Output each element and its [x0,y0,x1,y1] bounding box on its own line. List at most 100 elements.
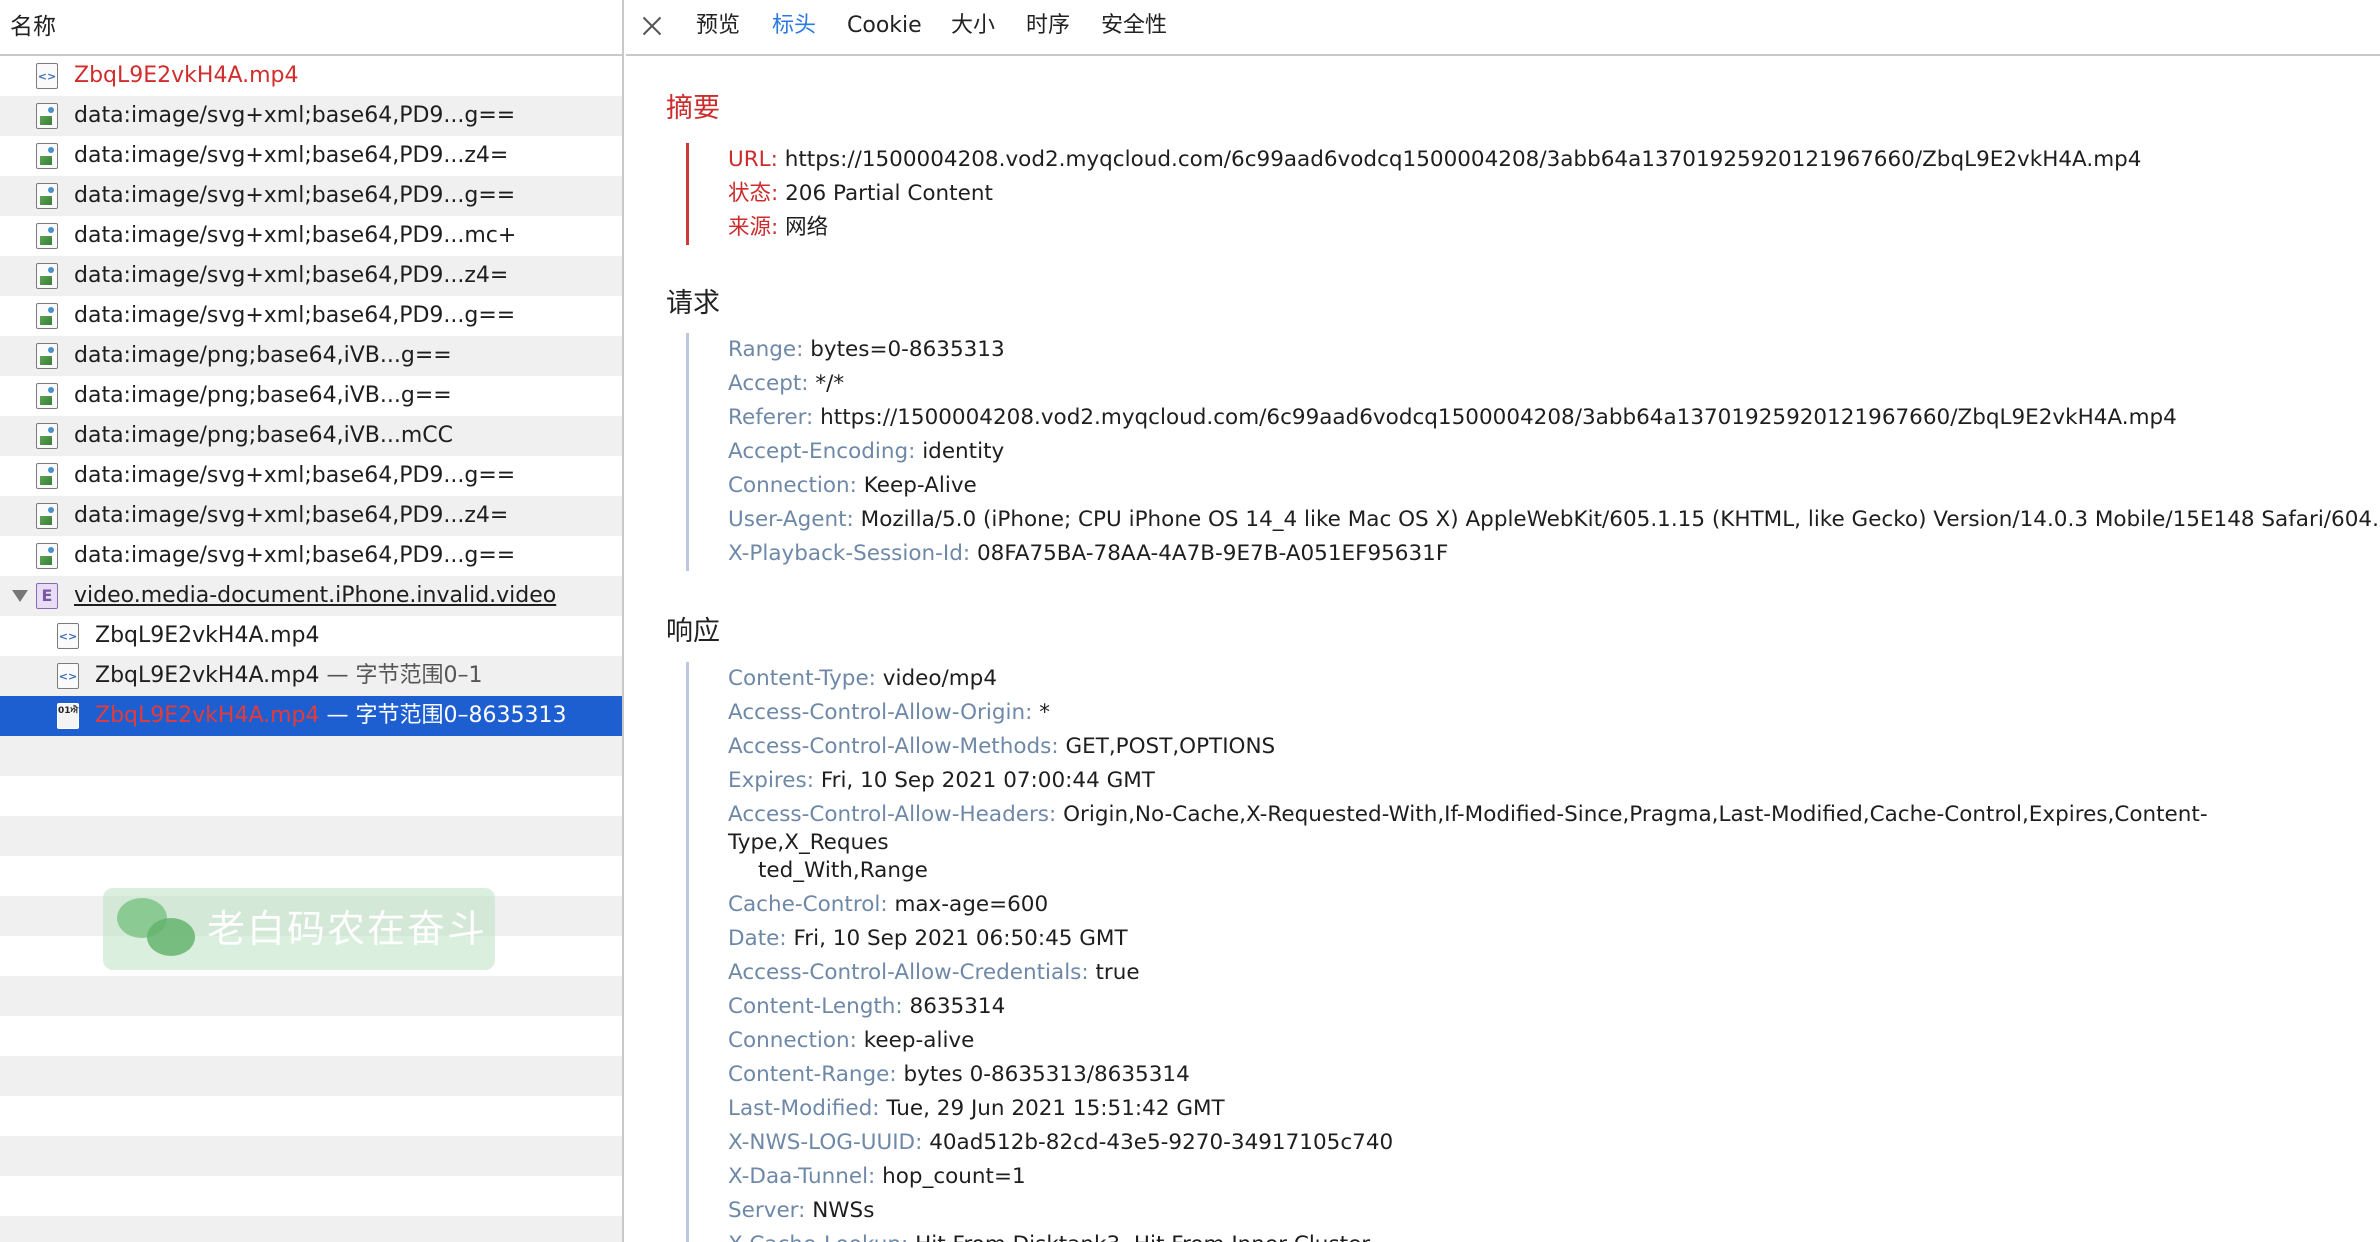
image-file-icon [36,503,58,529]
header-field[interactable]: Referer: https://1500004208.vod2.myqclou… [686,401,2380,435]
media-file-icon [36,63,58,89]
header-value: */* [815,371,845,396]
header-field[interactable]: Access-Control-Allow-Methods: GET,POST,O… [686,730,2380,764]
tab-security[interactable]: 安全性 [1101,0,1167,52]
resource-row[interactable]: data:image/svg+xml;base64,PD9...z4= [0,256,622,296]
header-key: Cache-Control: [728,892,888,917]
name-column-header[interactable]: 名称 [0,0,622,56]
resource-name-text: data:image/svg+xml;base64,PD9...z4= [74,263,509,288]
header-key: 状态: [728,181,779,206]
resource-row[interactable]: data:image/svg+xml;base64,PD9...g== [0,96,622,136]
header-field[interactable]: Accept-Encoding: identity [686,435,2380,469]
byte-range-text: — 字节范围0–1 [319,663,483,688]
header-field[interactable]: X-NWS-LOG-UUID: 40ad512b-82cd-43e5-9270-… [686,1126,2380,1160]
header-field[interactable]: Content-Range: bytes 0-8635313/8635314 [686,1058,2380,1092]
tab-cookie[interactable]: Cookie [847,0,922,52]
request-block: Range: bytes=0-8635313 Accept: */* Referer… [686,333,2380,571]
resource-row[interactable]: ZbqL9E2vkH4A.mp4 — 字节范围0–1 [0,656,622,696]
close-icon[interactable] [640,14,664,38]
resource-name: data:image/svg+xml;base64,PD9...g== [74,296,515,336]
header-value: https://1500004208.vod2.myqcloud.com/6c9… [820,405,2177,430]
header-field[interactable]: Server: NWSs [686,1194,2380,1228]
header-value-continued: ted_With,Range [758,858,928,883]
header-field[interactable]: Access-Control-Allow-Credentials: true [686,956,2380,990]
resource-name: data:image/png;base64,iVB...g== [74,336,452,376]
resource-row[interactable]: ZbqL9E2vkH4A.mp4 [0,616,622,656]
tab-preview[interactable]: 预览 [696,0,740,52]
header-field[interactable]: Last-Modified: Tue, 29 Jun 2021 15:51:42… [686,1092,2380,1126]
resource-name-text: data:image/svg+xml;base64,PD9...g== [74,183,516,208]
empty-row [0,1056,622,1096]
header-field[interactable]: Range: bytes=0-8635313 [686,333,2380,367]
resource-row[interactable]: data:image/svg+xml;base64,PD9...g== [0,536,622,576]
resource-list-pane: 名称 ZbqL9E2vkH4A.mp4 data:image/svg+xml;ba… [0,0,624,1242]
resource-row[interactable]: data:image/png;base64,iVB...g== [0,376,622,416]
header-value: 8635314 [909,994,1006,1019]
header-key: Content-Range: [728,1062,897,1087]
header-key: Accept: [728,371,809,396]
tab-size[interactable]: 大小 [951,0,995,52]
header-value: Hit From Disktank3, Hit From Inner Clust… [915,1232,1370,1242]
summary-title: 摘要 [666,93,720,124]
resource-name-text: ZbqL9E2vkH4A.mp4 [95,663,320,688]
header-field[interactable]: 来源: 网络 [686,211,2380,245]
header-field[interactable]: Date: Fri, 10 Sep 2021 06:50:45 GMT [686,922,2380,956]
header-value: Fri, 10 Sep 2021 07:00:44 GMT [820,768,1155,793]
header-key: Server: [728,1198,806,1223]
image-file-icon [36,183,58,209]
resource-row[interactable]: data:image/svg+xml;base64,PD9...z4= [0,136,622,176]
header-field[interactable]: X-Cache-Lookup: Hit From Disktank3, Hit … [686,1228,2380,1242]
resource-name-text: data:image/png;base64,iVB...g== [74,343,452,368]
header-field[interactable]: Accept: */* [686,367,2380,401]
resource-row[interactable]: data:image/svg+xml;base64,PD9...g== [0,456,622,496]
wechat-watermark: 老白码农在奋斗 [103,888,495,970]
resource-row[interactable]: ZbqL9E2vkH4A.mp4 [0,56,622,96]
resource-name: data:image/svg+xml;base64,PD9...g== [74,536,515,576]
header-key: User-Agent: [728,507,854,532]
resource-row[interactable]: data:image/svg+xml;base64,PD9...g== [0,296,622,336]
resource-name-text: data:image/svg+xml;base64,PD9...g== [74,463,516,488]
header-field[interactable]: Content-Type: video/mp4 [686,662,2380,696]
resource-row[interactable]: data:image/svg+xml;base64,PD9...z4= [0,496,622,536]
resource-row[interactable]: ZbqL9E2vkH4A.mp4 — 字节范围0–8635313 [0,696,622,736]
header-field[interactable]: Access-Control-Allow-Headers: Origin,No-… [686,798,2380,888]
resource-row[interactable]: data:image/svg+xml;base64,PD9...mc+ [0,216,622,256]
header-field[interactable]: Content-Length: 8635314 [686,990,2380,1024]
header-field[interactable]: User-Agent: Mozilla/5.0 (iPhone; CPU iPh… [686,503,2380,537]
header-field[interactable]: 状态: 206 Partial Content [686,177,2380,211]
resource-row[interactable]: data:image/png;base64,iVB...mCC [0,416,622,456]
header-key: Date: [728,926,787,951]
resource-row[interactable]: video.media-document.iPhone.invalid.vide… [0,576,622,616]
header-key: Content-Type: [728,666,876,691]
header-value: bytes=0-8635313 [810,337,1005,362]
header-value: * [1039,700,1050,725]
header-value: identity [922,439,1005,464]
resource-row[interactable]: data:image/png;base64,iVB...g== [0,336,622,376]
header-key: Content-Length: [728,994,903,1019]
header-key: X-Playback-Session-Id: [728,541,971,566]
header-field[interactable]: X-Daa-Tunnel: hop_count=1 [686,1160,2380,1194]
empty-row [0,1096,622,1136]
resource-name-text: data:image/svg+xml;base64,PD9...g== [74,103,516,128]
header-key: X-Daa-Tunnel: [728,1164,876,1189]
image-file-icon [36,383,58,409]
header-field[interactable]: Cache-Control: max-age=600 [686,888,2380,922]
resource-row[interactable]: data:image/svg+xml;base64,PD9...g== [0,176,622,216]
disclosure-triangle-icon[interactable] [12,590,28,602]
header-value: Tue, 29 Jun 2021 15:51:42 GMT [886,1096,1225,1121]
header-field[interactable]: Connection: keep-alive [686,1024,2380,1058]
header-key: Connection: [728,473,857,498]
tab-timing[interactable]: 时序 [1026,0,1070,52]
header-field[interactable]: X-Playback-Session-Id: 08FA75BA-78AA-4A7… [686,537,2380,571]
header-value: NWSs [812,1198,875,1223]
header-field[interactable]: Access-Control-Allow-Origin: * [686,696,2380,730]
header-key: Range: [728,337,804,362]
header-field[interactable]: Expires: Fri, 10 Sep 2021 07:00:44 GMT [686,764,2380,798]
tab-headers[interactable]: 标头 [772,0,816,52]
header-field[interactable]: Connection: Keep-Alive [686,469,2380,503]
resource-name-text: data:image/png;base64,iVB...mCC [74,423,454,448]
resource-name: data:image/svg+xml;base64,PD9...g== [74,456,515,496]
header-value: 网络 [785,215,829,240]
header-field[interactable]: URL: https://1500004208.vod2.myqcloud.co… [686,143,2380,177]
resource-name-text: video.media-document.iPhone.invalid.vide… [74,583,557,608]
